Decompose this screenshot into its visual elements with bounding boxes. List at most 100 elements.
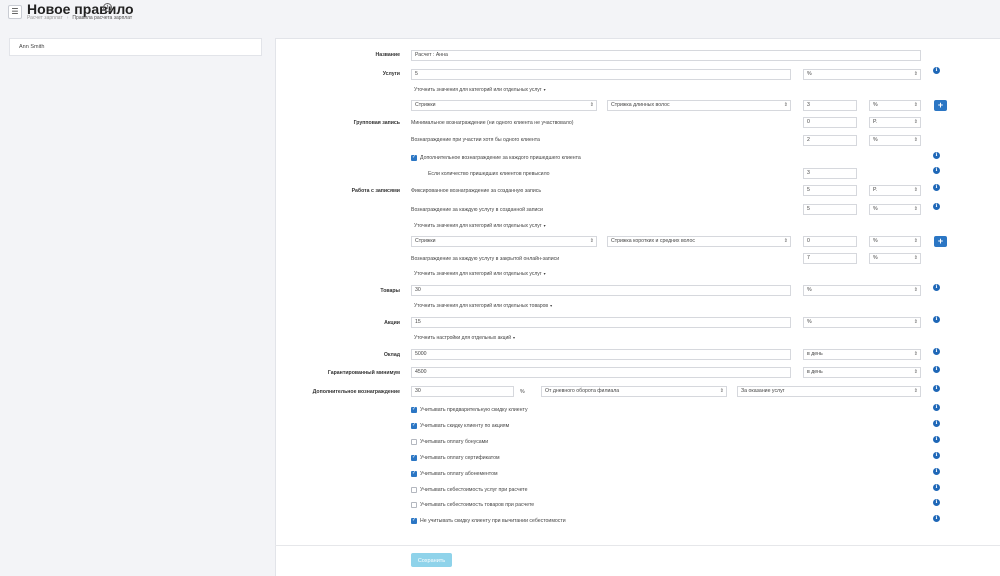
info-icon[interactable]: i xyxy=(933,515,940,522)
refine-online-link[interactable]: Уточнить значения для категорий или отде… xyxy=(414,271,546,277)
services-input[interactable]: 5 xyxy=(411,69,791,80)
info-icon[interactable]: i xyxy=(933,184,940,191)
promo-input[interactable]: 15 xyxy=(411,317,791,328)
additional-unit: % xyxy=(520,389,525,395)
name-input[interactable]: Расчет : Анна xyxy=(411,50,921,61)
additional-input[interactable]: 30 xyxy=(411,386,514,397)
goods-unit-select[interactable]: % xyxy=(803,285,921,296)
checkbox-label: Не учитывать скидку клиенту при вычитани… xyxy=(420,518,566,524)
service-select[interactable]: Стрижка коротких и средних волос xyxy=(607,236,791,247)
fixed-reward-text: Фиксированное вознаграждение за созданну… xyxy=(411,188,542,194)
info-icon[interactable]: i xyxy=(933,436,940,443)
refine-goods-link[interactable]: Уточнить значения для категорий или отде… xyxy=(414,303,552,309)
fixed-reward-unit-select[interactable]: Р. xyxy=(869,185,921,196)
breadcrumb-item[interactable]: Расчет зарплат xyxy=(27,15,63,21)
info-icon[interactable]: i xyxy=(103,3,112,12)
bonus-payment-checkbox[interactable] xyxy=(411,439,417,445)
guaranteed-label: Гарантированный минимум xyxy=(327,370,400,376)
info-icon[interactable]: i xyxy=(933,348,940,355)
info-icon[interactable]: i xyxy=(933,420,940,427)
additional-basis-select[interactable]: От дневного оборота филиала xyxy=(541,386,727,397)
info-icon[interactable]: i xyxy=(933,366,940,373)
employee-list: Ann Smith xyxy=(9,38,262,56)
guaranteed-period-select[interactable]: в день xyxy=(803,367,921,378)
if-clients-text: Если количество пришедших клиентов превы… xyxy=(428,171,550,177)
checkbox-label: Учитывать себестоимость услуг при расчет… xyxy=(420,487,528,493)
promo-unit-select[interactable]: % xyxy=(803,317,921,328)
info-icon[interactable]: i xyxy=(933,468,940,475)
service-value-input[interactable]: 0 xyxy=(803,236,857,247)
goods-cost-checkbox[interactable] xyxy=(411,502,417,508)
info-icon[interactable]: i xyxy=(933,499,940,506)
each-service-online-unit-select[interactable]: % xyxy=(869,253,921,264)
info-icon[interactable]: i xyxy=(933,203,940,210)
checkbox-label: Учитывать скидку клиенту по акциям xyxy=(420,423,510,429)
checkbox-label: Учитывать предварительную скидку клиенту xyxy=(420,407,528,413)
services-unit-select[interactable]: % xyxy=(803,69,921,80)
each-service-created-unit-select[interactable]: % xyxy=(869,204,921,215)
menu-icon[interactable]: ☰ xyxy=(8,5,22,19)
checkbox-label: Учитывать оплату сертификатом xyxy=(420,455,500,461)
service-select[interactable]: Стрижка длинных волос xyxy=(607,100,791,111)
info-icon[interactable]: i xyxy=(933,152,940,159)
save-button[interactable]: Сохранить xyxy=(411,553,452,567)
subscription-payment-checkbox[interactable] xyxy=(411,470,417,477)
reward-one-input[interactable]: 2 xyxy=(803,135,857,146)
checkbox-label: Учитывать себестоимость товаров при расч… xyxy=(420,502,535,508)
add-service-button[interactable]: + xyxy=(934,236,947,247)
name-label: Название xyxy=(375,52,401,58)
min-reward-text: Минимальное вознаграждение (ни одного кл… xyxy=(411,120,574,126)
service-cost-checkbox[interactable] xyxy=(411,487,417,493)
info-icon[interactable]: i xyxy=(933,404,940,411)
checkbox-label: Учитывать оплату бонусами xyxy=(420,439,489,445)
extra-each-text: Дополнительное вознаграждение за каждого… xyxy=(420,155,581,161)
refine-records-link[interactable]: Уточнить значения для категорий или отде… xyxy=(414,223,546,229)
additional-label: Дополнительное вознаграждение xyxy=(312,389,400,395)
each-service-created-input[interactable]: 5 xyxy=(803,204,857,215)
services-label: Услуги xyxy=(382,71,400,77)
discount-promo-checkbox[interactable] xyxy=(411,422,417,429)
salary-label: Оклад xyxy=(383,352,400,358)
info-icon[interactable]: i xyxy=(933,284,940,291)
checkbox-label: Учитывать оплату абонементом xyxy=(420,471,498,477)
group-label: Групповая запись xyxy=(353,120,400,126)
breadcrumb-current: Правила расчета зарплат xyxy=(72,15,133,21)
extra-each-checkbox[interactable] xyxy=(411,154,417,161)
each-service-online-input[interactable]: 7 xyxy=(803,253,857,264)
min-reward-unit-select[interactable]: Р. xyxy=(869,117,921,128)
employee-item[interactable]: Ann Smith xyxy=(19,44,44,50)
certificate-payment-checkbox[interactable] xyxy=(411,454,417,461)
salary-period-select[interactable]: в день xyxy=(803,349,921,360)
info-icon[interactable]: i xyxy=(933,452,940,459)
service-unit-select[interactable]: % xyxy=(869,236,921,247)
additional-for-select[interactable]: За оказание услуг xyxy=(737,386,921,397)
goods-label: Товары xyxy=(380,288,400,294)
min-reward-input[interactable]: 0 xyxy=(803,117,857,128)
breadcrumb: Расчет зарплат › Правила расчета зарплат xyxy=(27,15,133,21)
category-select[interactable]: Стрижки xyxy=(411,236,597,247)
refine-promo-link[interactable]: Уточнить настройки для отдельных акций ▾ xyxy=(414,335,515,341)
info-icon[interactable]: i xyxy=(933,316,940,323)
form-footer-divider xyxy=(275,545,1000,546)
no-discount-cost-checkbox[interactable] xyxy=(411,517,417,524)
fixed-reward-input[interactable]: 5 xyxy=(803,185,857,196)
goods-input[interactable]: 30 xyxy=(411,285,791,296)
salary-input[interactable]: 5000 xyxy=(411,349,791,360)
promo-label: Акции xyxy=(384,320,400,326)
discount-prepaid-checkbox[interactable] xyxy=(411,406,417,413)
add-service-button[interactable]: + xyxy=(934,100,947,111)
info-icon[interactable]: i xyxy=(933,167,940,174)
info-icon[interactable]: i xyxy=(933,484,940,491)
if-clients-input[interactable]: 3 xyxy=(803,168,857,179)
info-icon[interactable]: i xyxy=(933,67,940,74)
guaranteed-input[interactable]: 4500 xyxy=(411,367,791,378)
service-value-input[interactable]: 3 xyxy=(803,100,857,111)
service-unit-select[interactable]: % xyxy=(869,100,921,111)
refine-services-link[interactable]: Уточнить значения для категорий или отде… xyxy=(414,87,546,93)
each-service-online-text: Вознаграждение за каждую услугу в закрыт… xyxy=(411,256,560,262)
info-icon[interactable]: i xyxy=(933,385,940,392)
reward-one-text: Вознаграждение при участии хотя бы одног… xyxy=(411,137,540,143)
category-select[interactable]: Стрижки xyxy=(411,100,597,111)
reward-one-unit-select[interactable]: % xyxy=(869,135,921,146)
records-label: Работа с записями xyxy=(351,188,400,194)
